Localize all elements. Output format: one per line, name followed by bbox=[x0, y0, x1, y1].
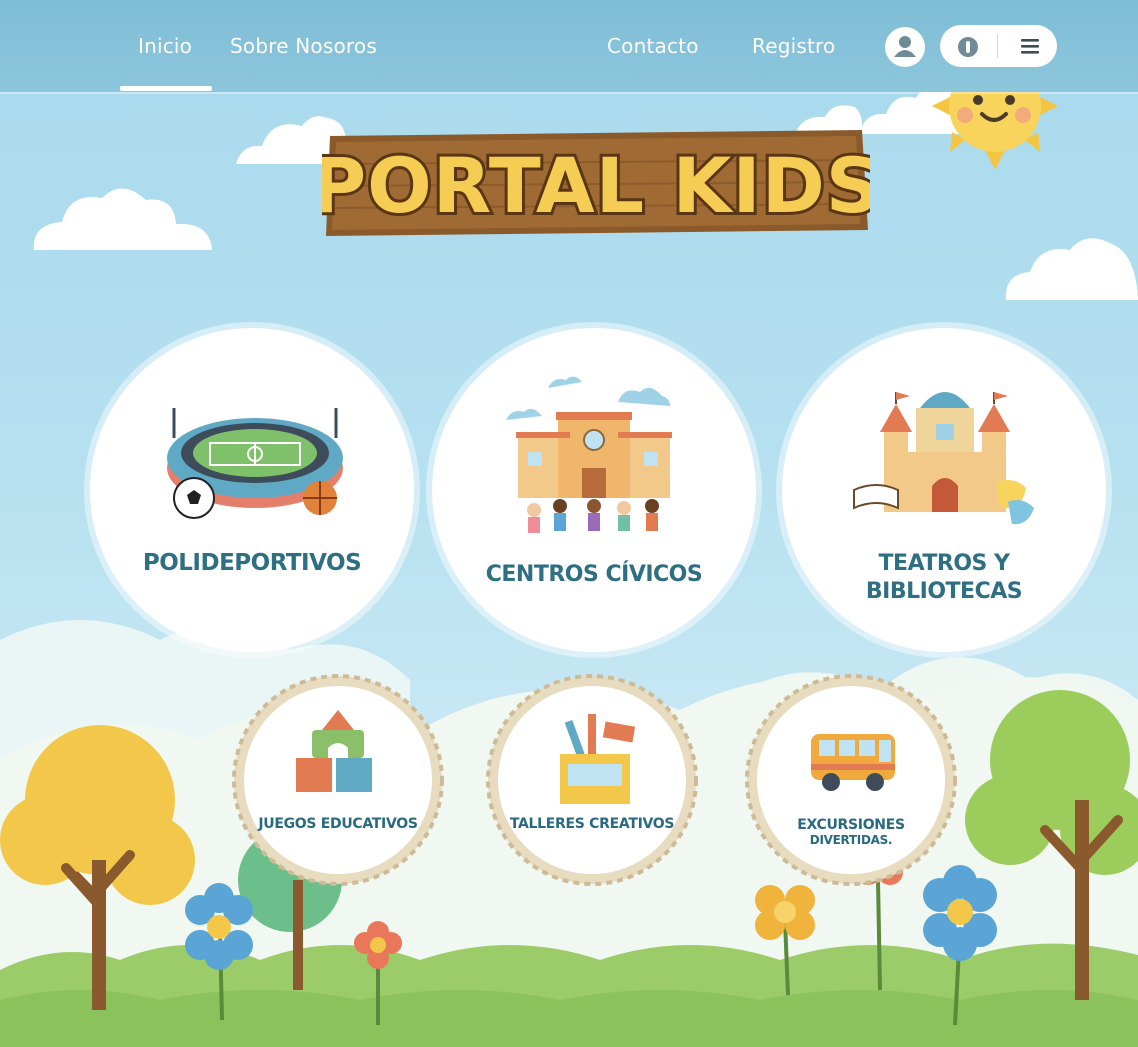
card-excursiones-divertidas[interactable]: EXCURSIONES DIVERTIDAS. bbox=[745, 674, 957, 886]
card-label: EXCURSIONES DIVERTIDAS. bbox=[745, 818, 957, 848]
bus-icon bbox=[811, 734, 895, 791]
portal-kids-logo: PORTAL KIDS bbox=[322, 130, 870, 236]
user-button[interactable] bbox=[885, 27, 925, 67]
nav-registro[interactable]: Registro bbox=[752, 34, 835, 58]
toggle-icon[interactable] bbox=[956, 35, 980, 59]
card-label: TEATROS Y BIBLIOTECAS bbox=[782, 550, 1106, 606]
stadium-icon bbox=[167, 408, 343, 519]
nav-sobre-nosotros[interactable]: Sobre Nosoros bbox=[230, 34, 377, 58]
card-talleres-creativos[interactable]: TALLERES CREATIVOS bbox=[486, 674, 698, 886]
divider bbox=[997, 34, 998, 58]
active-tab-indicator bbox=[120, 86, 212, 91]
card-label-line: TEATROS Y bbox=[878, 551, 1010, 576]
card-label-line: DIVERTIDAS. bbox=[809, 833, 893, 847]
logo-text: PORTAL KIDS bbox=[322, 141, 870, 230]
card-label-line: EXCURSIONES bbox=[797, 817, 905, 833]
card-label: CENTROS CÍVICOS bbox=[485, 562, 703, 587]
castle-icon bbox=[853, 392, 1034, 525]
menu-icon[interactable] bbox=[1019, 36, 1041, 56]
user-icon bbox=[894, 36, 916, 57]
card-label: TALLERES CREATIVOS bbox=[509, 816, 675, 832]
card-juegos-educativos[interactable]: JUEGOS EDUCATIVOS bbox=[232, 674, 444, 886]
card-polideportivos[interactable]: POLIDEPORTIVOS bbox=[90, 328, 414, 652]
header-controls bbox=[940, 25, 1057, 67]
card-label: POLIDEPORTIVOS bbox=[142, 550, 362, 576]
blocks-icon bbox=[296, 710, 372, 792]
card-teatros-bibliotecas[interactable]: TEATROS Y BIBLIOTECAS bbox=[782, 328, 1106, 652]
card-centros-civicos[interactable]: CENTROS CÍVICOS bbox=[432, 328, 756, 652]
card-label-line: BIBLIOTECAS bbox=[865, 579, 1023, 604]
nav-contacto[interactable]: Contacto bbox=[607, 34, 699, 58]
nav-inicio[interactable]: Inicio bbox=[138, 34, 192, 58]
art-supplies-icon bbox=[560, 714, 636, 804]
card-label: JUEGOS EDUCATIVOS bbox=[258, 816, 418, 832]
page: Inicio Sobre Nosoros Contacto Registro P… bbox=[0, 0, 1138, 1047]
civic-center-icon bbox=[506, 376, 672, 533]
